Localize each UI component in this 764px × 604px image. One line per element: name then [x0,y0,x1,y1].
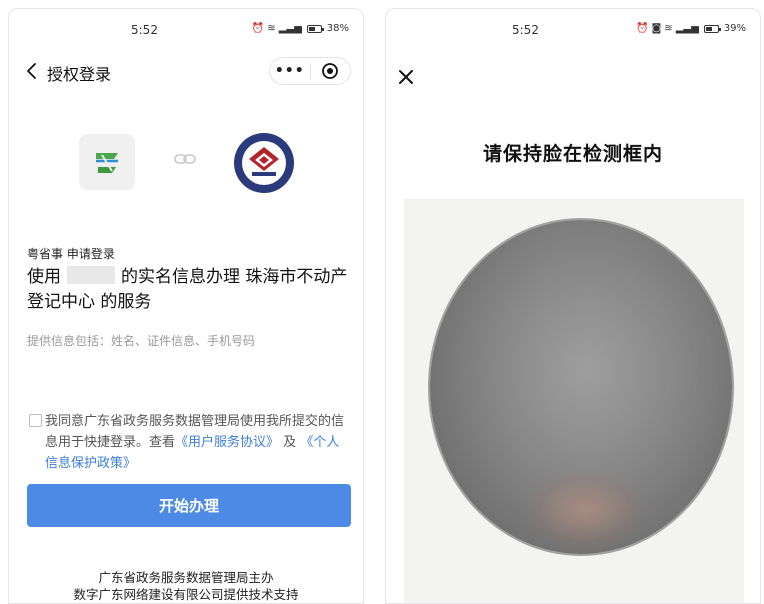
battery-icon [306,24,324,33]
signal-icon: ▂▃▅ [675,23,699,34]
status-bar: 5:52 ⏰ ≋ ▂▃▅ 38% [9,9,363,49]
more-menu-button[interactable]: ••• [270,63,310,79]
request-label: 粤省事 申请登录 [27,247,115,261]
nav-bar: 授权登录 ••• [9,53,363,89]
alarm-icon: ⏰ [636,23,649,34]
close-mini-program-button[interactable] [310,62,350,80]
battery-percent: 39% [723,23,746,34]
status-time: 5:52 [131,23,158,37]
status-icons: ⏰ ◙ ≋ ▂▃▅ 39% [636,23,746,34]
yueshengshi-logo-icon [92,147,122,177]
status-bar: 5:52 ⏰ ◙ ≋ ▂▃▅ 39% [386,9,760,49]
link-icon [174,154,196,164]
agree-checkbox[interactable] [29,414,42,427]
battery-percent: 38% [326,23,349,34]
wifi-icon: ≋ [664,23,673,34]
mini-program-capsule: ••• [269,57,351,85]
agreement-section: 我同意广东省政务服务数据管理局使用我所提交的信息用于快捷登录。查看《用户服务协议… [27,411,352,474]
app-logo [79,134,135,190]
real-estate-registration-logo [234,133,294,193]
face-verification-screen: 5:52 ⏰ ◙ ≋ ▂▃▅ 39% 请保持脸在检测框内 [385,8,761,604]
face-detection-frame [430,220,732,554]
wifi-icon: ≋ [267,23,276,34]
page-title: 授权登录 [47,65,112,84]
start-button[interactable]: 开始办理 [27,484,351,527]
battery-icon [703,24,721,33]
service-description: 使用 的实名信息办理 珠海市不动产登记中心 的服务 [27,265,352,315]
footer-organizer: 广东省政务服务数据管理局主办 [98,570,274,585]
redacted-name [67,266,115,284]
agreement-text: 我同意广东省政务服务数据管理局使用我所提交的信息用于快捷登录。查看《用户服务协议… [27,411,352,474]
footer-tech-support: 数字广东网络建设有限公司提供技术支持 [73,587,299,602]
camera-indicator-icon: ◙ [651,23,662,34]
alarm-icon: ⏰ [251,23,265,34]
authorization-screen: 5:52 ⏰ ≋ ▂▃▅ 38% 授权登录 ••• 粤省事 申请登录 使用 的实… [8,8,364,604]
face-instruction-title: 请保持脸在检测框内 [482,143,663,165]
status-time: 5:52 [512,23,539,37]
agreement-and: 及 [283,435,297,450]
status-icons: ⏰ ≋ ▂▃▅ 38% [252,23,349,34]
back-arrow-icon[interactable] [23,59,41,83]
close-icon[interactable] [396,67,416,87]
target-icon [322,63,339,79]
signal-icon: ▂▃▅ [278,23,302,34]
user-service-agreement-link[interactable]: 《用户服务协议》 [175,435,279,450]
footer: 广东省政务服务数据管理局主办 数字广东网络建设有限公司提供技术支持 [9,569,363,603]
provided-info: 提供信息包括：姓名、证件信息、手机号码 [27,334,256,348]
service-prefix: 使用 [27,267,61,287]
